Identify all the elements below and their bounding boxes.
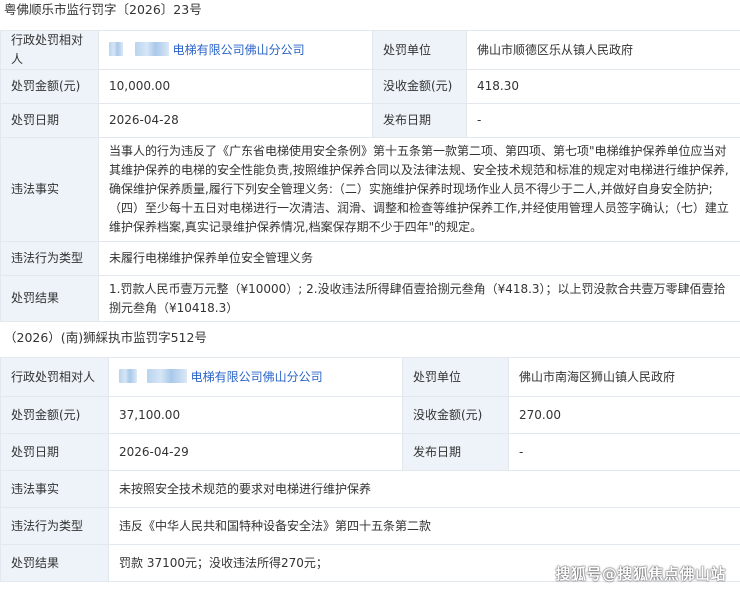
- date-label: 处罚日期: [0, 103, 99, 138]
- fine-value: 37,100.00: [108, 396, 403, 434]
- case-2-table: 行政处罚相对人 电梯有限公司佛山分公司 处罚单位 佛山市南海区狮山镇人民政府 处…: [0, 357, 740, 582]
- facts-value: 未按照安全技术规范的要求对电梯进行维护保养: [108, 470, 740, 508]
- redacted-mark: [109, 41, 123, 56]
- date-value: 2026-04-28: [98, 103, 373, 138]
- confiscated-label: 没收金额(元): [372, 69, 467, 104]
- fine-label: 处罚金额(元): [0, 396, 109, 434]
- table-row: 违法事实 当事人的行为违反了《广东省电梯使用安全条例》第十五条第一款第二项、第四…: [0, 137, 740, 242]
- authority-label: 处罚单位: [372, 30, 467, 70]
- party-link[interactable]: 电梯有限公司佛山分公司: [173, 43, 305, 57]
- date-value: 2026-04-29: [108, 433, 403, 471]
- case-2-title: （2026）(南)狮綵执市监罚字512号: [4, 330, 207, 345]
- type-value: 违反《中华人民共和国特种设备安全法》第四十五条第二款: [108, 507, 740, 545]
- fine-label: 处罚金额(元): [0, 69, 99, 104]
- publish-value: -: [466, 103, 740, 138]
- party-label: 行政处罚相对人: [0, 30, 99, 70]
- table-row: 违法事实 未按照安全技术规范的要求对电梯进行维护保养: [0, 470, 740, 508]
- table-row: 处罚日期 2026-04-28 发布日期 -: [0, 103, 740, 138]
- table-row: 行政处罚相对人 电梯有限公司佛山分公司 处罚单位 佛山市顺德区乐从镇人民政府: [0, 30, 740, 70]
- party-cell: 电梯有限公司佛山分公司: [98, 30, 373, 70]
- table-row: 违法行为类型 违反《中华人民共和国特种设备安全法》第四十五条第二款: [0, 507, 740, 545]
- table-row: 处罚金额(元) 37,100.00 没收金额(元) 270.00: [0, 396, 740, 434]
- case-1-table: 行政处罚相对人 电梯有限公司佛山分公司 处罚单位 佛山市顺德区乐从镇人民政府 处…: [0, 30, 740, 322]
- authority-value: 佛山市南海区狮山镇人民政府: [508, 357, 740, 397]
- publish-label: 发布日期: [372, 103, 467, 138]
- table-row: 处罚结果 1.罚款人民币壹万元整（¥10000）; 2.没收违法所得肆佰壹拾捌元…: [0, 275, 740, 322]
- authority-value: 佛山市顺德区乐从镇人民政府: [466, 30, 740, 70]
- watermark: 搜狐号@搜狐焦点佛山站: [555, 565, 726, 583]
- redacted-mark: [146, 368, 187, 383]
- facts-label: 违法事实: [0, 470, 109, 508]
- table-row: 违法行为类型 未履行电梯维护保养单位安全管理义务: [0, 241, 740, 276]
- result-label: 处罚结果: [0, 544, 109, 582]
- table-row: 处罚日期 2026-04-29 发布日期 -: [0, 433, 740, 471]
- facts-label: 违法事实: [0, 137, 99, 242]
- party-link[interactable]: 电梯有限公司佛山分公司: [191, 370, 323, 384]
- redacted-mark: [119, 368, 137, 383]
- case-1-title: 粤佛顺乐市监行罚字〔2026〕23号: [4, 2, 202, 17]
- result-value: 1.罚款人民币壹万元整（¥10000）; 2.没收违法所得肆佰壹拾捌元叁角（¥4…: [98, 275, 740, 322]
- authority-label: 处罚单位: [402, 357, 509, 397]
- redacted-mark: [134, 41, 169, 56]
- table-row: 行政处罚相对人 电梯有限公司佛山分公司 处罚单位 佛山市南海区狮山镇人民政府: [0, 357, 740, 397]
- party-label: 行政处罚相对人: [0, 357, 109, 397]
- confiscated-value: 418.30: [466, 69, 740, 104]
- party-cell: 电梯有限公司佛山分公司: [108, 357, 403, 397]
- confiscated-label: 没收金额(元): [402, 396, 509, 434]
- fine-value: 10,000.00: [98, 69, 373, 104]
- confiscated-value: 270.00: [508, 396, 740, 434]
- publish-value: -: [508, 433, 740, 471]
- result-label: 处罚结果: [0, 275, 99, 322]
- facts-value: 当事人的行为违反了《广东省电梯使用安全条例》第十五条第一款第二项、第四项、第七项…: [98, 137, 740, 242]
- publish-label: 发布日期: [402, 433, 509, 471]
- type-label: 违法行为类型: [0, 241, 99, 276]
- date-label: 处罚日期: [0, 433, 109, 471]
- type-value: 未履行电梯维护保养单位安全管理义务: [98, 241, 740, 276]
- type-label: 违法行为类型: [0, 507, 109, 545]
- table-row: 处罚金额(元) 10,000.00 没收金额(元) 418.30: [0, 69, 740, 104]
